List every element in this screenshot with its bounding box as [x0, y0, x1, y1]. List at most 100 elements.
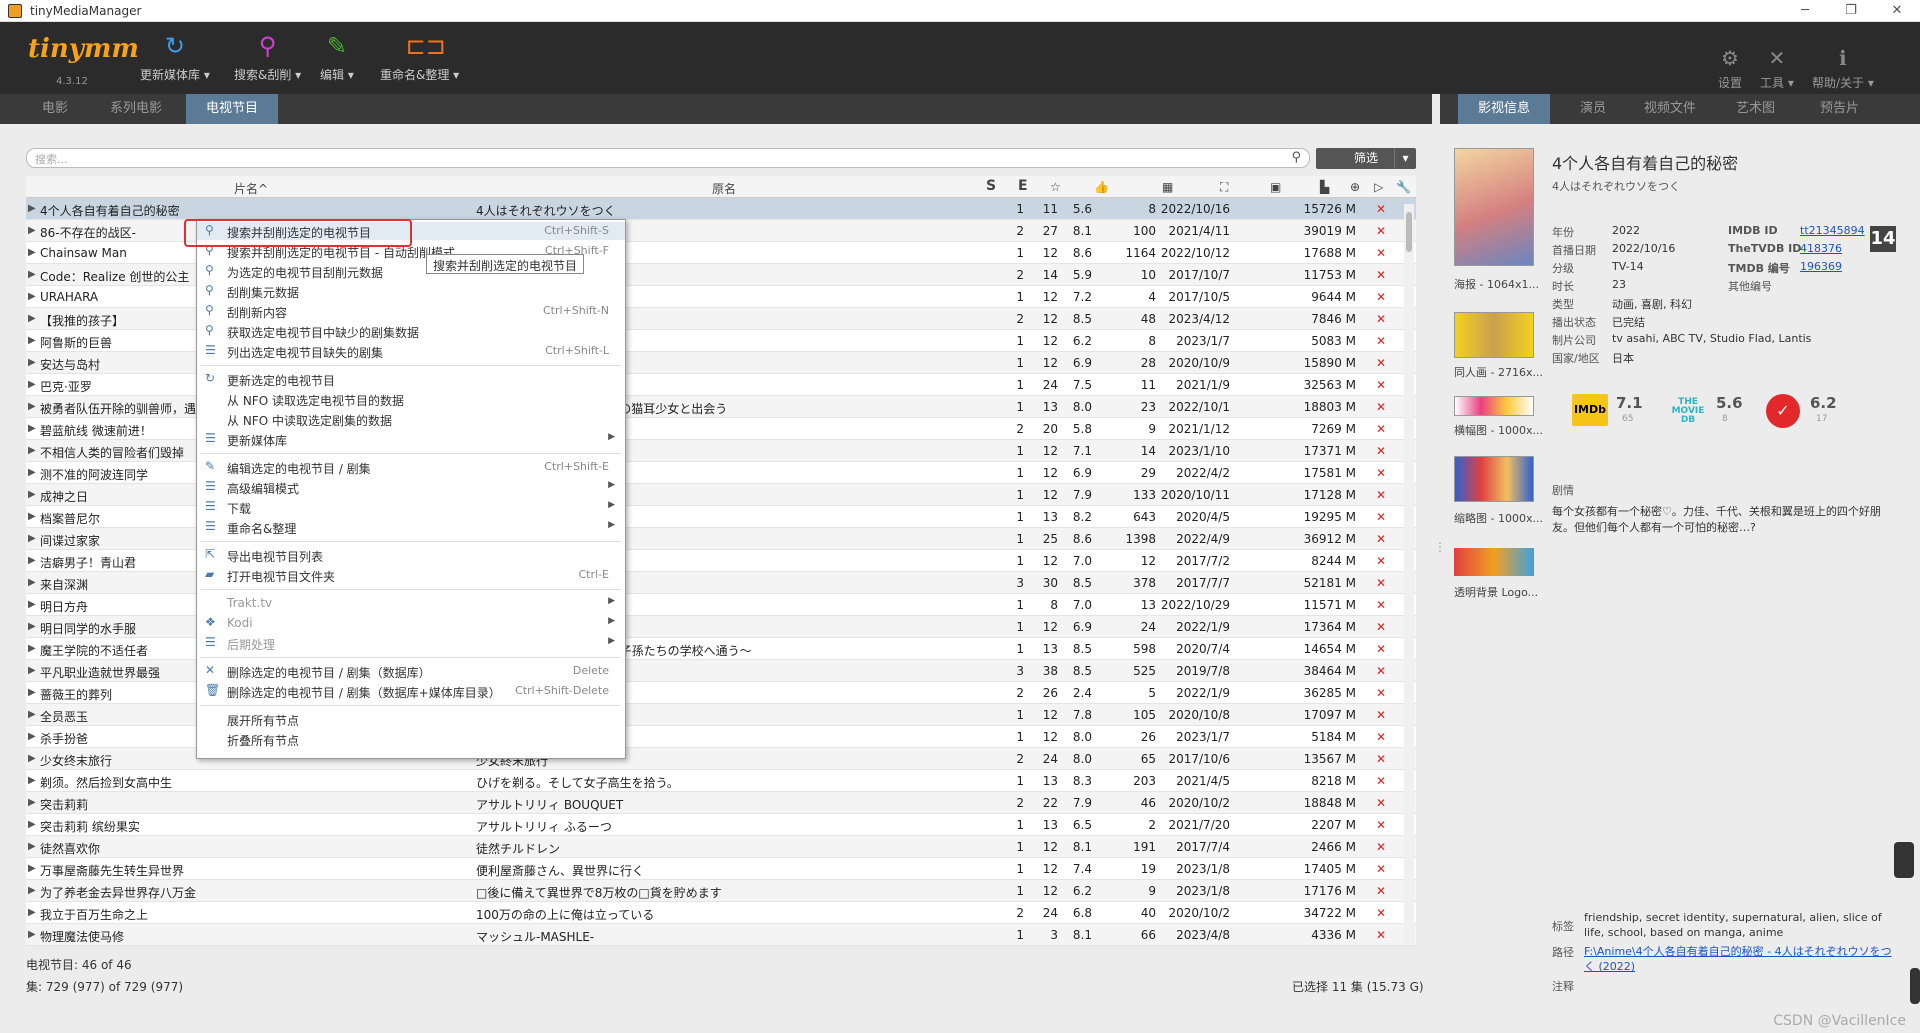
scrollbar-thumb[interactable]: [1406, 212, 1412, 252]
search-input[interactable]: 搜索... ⚲: [26, 148, 1310, 168]
update-library-button[interactable]: ↻ 更新媒体库 ▾: [140, 32, 210, 83]
close-icon[interactable]: ✕: [1874, 3, 1920, 18]
menu-item[interactable]: ✎ 编辑选定的电视节目 / 剧集 Ctrl+Shift-E: [197, 458, 625, 476]
expand-icon[interactable]: ▶: [28, 467, 36, 478]
expand-icon[interactable]: ▶: [28, 247, 36, 258]
clearlogo-image[interactable]: [1454, 548, 1534, 576]
menu-item[interactable]: ☰ 后期处理 ▶: [197, 634, 625, 652]
expand-icon[interactable]: ▶: [28, 225, 36, 236]
tab-trailer[interactable]: 预告片: [1800, 94, 1879, 124]
table-row[interactable]: ▶ 为了养老金去异世界存八万金 □後に備えて異世界で8万枚の□貨を貯めます 1 12 6.…: [26, 880, 1416, 902]
expand-icon[interactable]: ▶: [28, 731, 36, 742]
thumbs-up-icon[interactable]: 👍: [1094, 180, 1109, 194]
calendar-icon[interactable]: ▦: [1162, 180, 1173, 194]
help-button[interactable]: ℹ 帮助/关于 ▾: [1812, 46, 1874, 91]
menu-item[interactable]: 展开所有节点: [197, 710, 625, 728]
expand-icon[interactable]: ▶: [28, 577, 36, 588]
expand-icon[interactable]: ▶: [28, 511, 36, 522]
expand-icon[interactable]: ▶: [28, 863, 36, 874]
edit-button[interactable]: ✎ 编辑 ▾: [320, 32, 354, 83]
menu-item[interactable]: ⚲ 获取选定电视节目中缺少的剧集数据: [197, 322, 625, 340]
expand-icon[interactable]: ▶: [28, 445, 36, 456]
table-scrollbar[interactable]: [1404, 204, 1414, 944]
expand-icon[interactable]: ▶: [28, 885, 36, 896]
expand-icon[interactable]: ▶: [28, 819, 36, 830]
menu-item[interactable]: Trakt.tv ▶: [197, 594, 625, 612]
imdb-link[interactable]: tt21345894: [1800, 224, 1865, 237]
expand-icon[interactable]: ▶: [28, 907, 36, 918]
tab-movies[interactable]: 电影: [22, 94, 88, 124]
fullscreen-icon[interactable]: ⛶: [1220, 180, 1228, 195]
table-row[interactable]: ▶ 物理魔法使马修 マッシュル-MASHLE- 1 3 8.1 66 2023/4/8 4336…: [26, 924, 1416, 946]
add-circle-icon[interactable]: ⊕: [1350, 180, 1360, 194]
expand-icon[interactable]: ▶: [28, 797, 36, 808]
menu-item[interactable]: ☰ 列出选定电视节目缺失的剧集 Ctrl+Shift-L: [197, 342, 625, 360]
filter-button[interactable]: 筛选 ▾: [1316, 148, 1416, 169]
menu-item[interactable]: ☰ 更新媒体库 ▶: [197, 430, 625, 448]
expand-icon[interactable]: ▶: [28, 335, 36, 346]
expand-icon[interactable]: ▶: [28, 753, 36, 764]
column-episodes[interactable]: E: [1018, 178, 1028, 194]
maximize-icon[interactable]: ❐: [1828, 3, 1874, 18]
expand-icon[interactable]: ▶: [28, 357, 36, 368]
expand-icon[interactable]: ▶: [28, 665, 36, 676]
expand-icon[interactable]: ▶: [28, 643, 36, 654]
thumb-image[interactable]: [1454, 456, 1534, 502]
expand-icon[interactable]: ▶: [28, 269, 36, 280]
table-row[interactable]: ▶ 剃须。然后捡到女高中生 ひげを剃る。そして女子高生を拾う。 1 13 8.3 203 20…: [26, 770, 1416, 792]
expand-icon[interactable]: ▶: [28, 379, 36, 390]
expand-icon[interactable]: ▶: [28, 555, 36, 566]
menu-item[interactable]: 🗑 删除选定的电视节目 / 剧集（数据库+媒体库目录） Ctrl+Shift-Del…: [197, 682, 625, 700]
tvdb-link[interactable]: 418376: [1800, 242, 1842, 255]
tab-tv-shows[interactable]: 电视节目: [186, 94, 279, 124]
table-row[interactable]: ▶ 徒然喜欢你 徒然チルドレン 1 12 8.1 191 2017/7/4 2466 M ✕: [26, 836, 1416, 858]
poster-image[interactable]: [1454, 148, 1534, 266]
expand-icon[interactable]: ▶: [28, 621, 36, 632]
rename-button[interactable]: ⊏⊐ 重命名&整理 ▾: [380, 32, 459, 83]
table-row[interactable]: ▶ 万事屋斋藤先生转生异世界 便利屋斎藤さん、異世界に行く 1 12 7.4 19 2023/…: [26, 858, 1416, 880]
fanart-image[interactable]: [1454, 312, 1534, 358]
tab-media-files[interactable]: 视频文件: [1624, 94, 1716, 124]
side-panel-toggle-2[interactable]: [1910, 968, 1920, 1004]
menu-item[interactable]: ↻ 更新选定的电视节目: [197, 370, 625, 388]
column-original[interactable]: 原名: [712, 180, 736, 197]
table-row[interactable]: ▶ 突击莉莉 缤纷果实 アサルトリリィ ふるーつ 1 13 6.5 2 2021/7/20 22…: [26, 814, 1416, 836]
menu-item[interactable]: ⚲ 刮削新内容 Ctrl+Shift-N: [197, 302, 625, 320]
expand-icon[interactable]: ▶: [28, 841, 36, 852]
minimize-icon[interactable]: ─: [1782, 3, 1828, 18]
banner-image[interactable]: [1454, 396, 1534, 416]
menu-item[interactable]: ▰ 打开电视节目文件夹 Ctrl-E: [197, 566, 625, 584]
expand-icon[interactable]: ▶: [28, 929, 36, 940]
column-seasons[interactable]: S: [986, 178, 996, 194]
tab-artwork[interactable]: 艺术图: [1716, 94, 1795, 124]
settings-button[interactable]: ⚙ 设置: [1718, 46, 1742, 91]
chevron-down-icon[interactable]: ▾: [1394, 148, 1416, 169]
tab-cast[interactable]: 演员: [1560, 94, 1626, 124]
menu-item[interactable]: 折叠所有节点: [197, 730, 625, 748]
splitter-grip[interactable]: ⋮: [1434, 540, 1446, 554]
play-icon[interactable]: ▷: [1374, 180, 1383, 194]
expand-icon[interactable]: ▶: [28, 423, 36, 434]
disk-icon[interactable]: ▣: [1270, 180, 1281, 194]
side-panel-toggle[interactable]: [1894, 842, 1914, 878]
menu-item[interactable]: ❖ Kodi ▶: [197, 614, 625, 632]
expand-icon[interactable]: ▶: [28, 401, 36, 412]
tab-info[interactable]: 影视信息: [1458, 94, 1551, 124]
tools-button[interactable]: ✕ 工具 ▾: [1760, 46, 1794, 91]
tmdb-link[interactable]: 196369: [1800, 260, 1842, 273]
tab-movie-sets[interactable]: 系列电影: [90, 94, 182, 124]
menu-item[interactable]: ⚲ 刮削集元数据: [197, 282, 625, 300]
menu-item[interactable]: 从 NFO 中读取选定剧集的数据: [197, 410, 625, 428]
search-scrape-button[interactable]: ⚲ 搜索&刮削 ▾: [234, 32, 301, 83]
expand-icon[interactable]: ▶: [28, 687, 36, 698]
chart-icon[interactable]: ▙: [1320, 180, 1329, 194]
menu-item[interactable]: 从 NFO 读取选定电视节目的数据: [197, 390, 625, 408]
expand-icon[interactable]: ▶: [28, 313, 36, 324]
table-row[interactable]: ▶ 突击莉莉 アサルトリリィ BOUQUET 2 22 7.9 46 2020/10/2 188…: [26, 792, 1416, 814]
menu-item[interactable]: ☰ 高级编辑模式 ▶: [197, 478, 625, 496]
expand-icon[interactable]: ▶: [28, 489, 36, 500]
expand-icon[interactable]: ▶: [28, 203, 36, 214]
star-icon[interactable]: ☆: [1050, 180, 1061, 194]
table-row[interactable]: ▶ 我立于百万生命之上 100万の命の上に俺は立っている 2 24 6.8 40 2020/1…: [26, 902, 1416, 924]
expand-icon[interactable]: ▶: [28, 775, 36, 786]
